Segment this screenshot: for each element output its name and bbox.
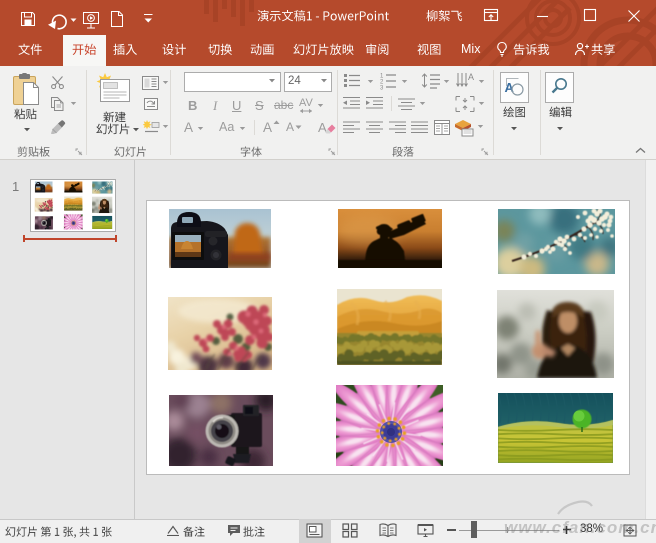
svg-text:A: A <box>318 120 327 135</box>
svg-text:3: 3 <box>380 86 384 91</box>
svg-text:A: A <box>468 72 474 82</box>
